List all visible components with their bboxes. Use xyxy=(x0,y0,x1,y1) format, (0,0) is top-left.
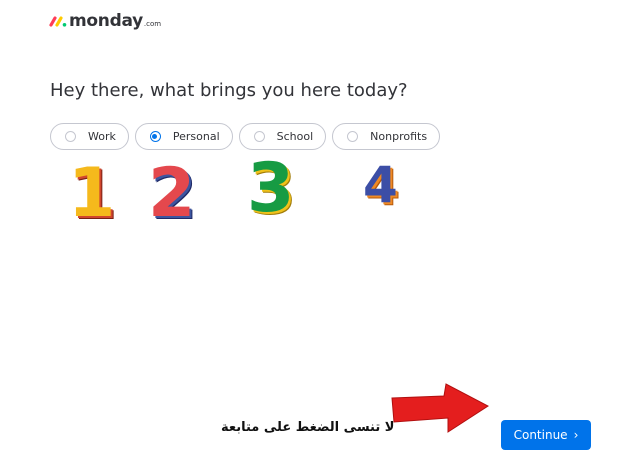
logo-suffix: .com xyxy=(143,20,162,28)
radio-nonprofits[interactable] xyxy=(347,131,359,142)
radio-school[interactable] xyxy=(253,131,265,142)
annotation-number-4: 4 xyxy=(363,156,398,214)
option-work-label: Work xyxy=(88,130,116,143)
annotation-hint-text: لا تنسى الضغط على متابعة xyxy=(221,420,395,435)
radio-personal[interactable] xyxy=(149,131,161,142)
logo-wordmark: monday xyxy=(69,11,143,31)
option-nonprofits-label: Nonprofits xyxy=(370,130,428,143)
option-work[interactable]: Work xyxy=(50,123,129,150)
chevron-right-icon: › xyxy=(573,428,579,442)
option-school[interactable]: School xyxy=(238,123,327,150)
radio-work[interactable] xyxy=(65,131,76,142)
page-question: Hey there, what brings you here today? xyxy=(50,80,408,101)
annotation-number-1: 1 xyxy=(68,154,116,233)
red-arrow-icon xyxy=(391,383,489,433)
monday-logo: monday .com xyxy=(49,10,161,32)
continue-button-label: Continue xyxy=(513,428,568,442)
monday-logo-icon xyxy=(49,16,67,27)
option-school-label: School xyxy=(276,130,314,143)
option-personal-label: Personal xyxy=(172,130,220,143)
annotation-number-2: 2 xyxy=(148,154,196,233)
purpose-options: Work Personal School Nonprofits xyxy=(50,123,441,150)
option-personal[interactable]: Personal xyxy=(134,123,233,150)
annotation-number-3: 3 xyxy=(247,149,295,228)
option-nonprofits[interactable]: Nonprofits xyxy=(332,123,441,150)
continue-button[interactable]: Continue › xyxy=(501,420,591,450)
